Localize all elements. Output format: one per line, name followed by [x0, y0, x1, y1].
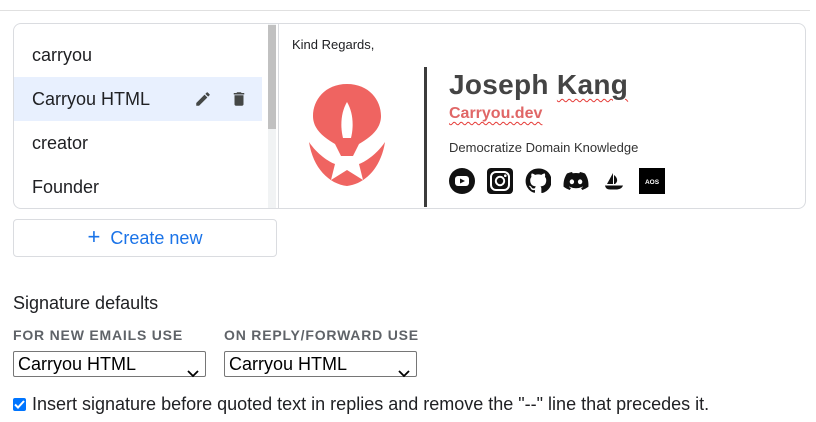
- reply-forward-label: ON REPLY/FORWARD USE: [224, 327, 419, 343]
- insert-signature-label: Insert signature before quoted text in r…: [32, 394, 710, 414]
- reply-forward-select-value: Carryou HTML: [229, 354, 348, 374]
- aos-icon[interactable]: AOS: [639, 168, 665, 194]
- carryou-logo: [307, 82, 387, 195]
- create-new-button[interactable]: + Create new: [13, 219, 277, 257]
- signature-item[interactable]: carryou: [14, 33, 262, 77]
- reply-forward-select[interactable]: Carryou HTML: [224, 351, 417, 378]
- signature-item-label: Founder: [32, 177, 100, 197]
- chevron-down-icon: [187, 360, 199, 384]
- signature-list: carryou Carryou HTML creator Founder: [14, 24, 278, 208]
- signature-item-label: creator: [32, 133, 89, 153]
- item-actions: [194, 77, 248, 121]
- signature-panel: carryou Carryou HTML creator Founder Kin…: [13, 23, 806, 209]
- opensea-icon[interactable]: [601, 168, 627, 194]
- signature-preview: Kind Regards, Joseph Kang Carryou.dev De…: [279, 24, 805, 208]
- plus-icon: +: [87, 224, 101, 249]
- discord-icon[interactable]: [563, 168, 589, 194]
- signature-vertical-rule: [424, 67, 427, 207]
- new-emails-select-value: Carryou HTML: [18, 354, 137, 374]
- pencil-icon[interactable]: [194, 90, 212, 108]
- youtube-icon[interactable]: [449, 168, 475, 194]
- new-emails-select[interactable]: Carryou HTML: [13, 351, 206, 378]
- signature-name: Joseph Kang: [449, 69, 629, 100]
- instagram-icon[interactable]: [487, 168, 513, 194]
- top-divider: [0, 10, 810, 11]
- regards-text: Kind Regards,: [292, 37, 375, 52]
- signature-item-label: Carryou HTML: [32, 89, 151, 109]
- signature-item-label: carryou: [32, 45, 93, 65]
- signature-tagline: Democratize Domain Knowledge: [449, 140, 639, 155]
- create-new-label: Create new: [110, 227, 203, 248]
- trash-icon[interactable]: [230, 89, 248, 109]
- svg-text:AOS: AOS: [645, 179, 660, 186]
- new-emails-label: FOR NEW EMAILS USE: [13, 327, 183, 343]
- social-icons: AOS: [449, 168, 665, 194]
- signature-defaults-heading: Signature defaults: [13, 293, 159, 313]
- signature-item[interactable]: Founder: [14, 165, 262, 208]
- insert-signature-option: Insert signature before quoted text in r…: [13, 394, 709, 415]
- scrollbar-thumb[interactable]: [268, 25, 276, 129]
- chevron-down-icon: [398, 360, 410, 384]
- signature-item-selected[interactable]: Carryou HTML: [14, 77, 262, 121]
- github-icon[interactable]: [525, 168, 551, 194]
- signature-item[interactable]: creator: [14, 121, 262, 165]
- signature-website-link[interactable]: Carryou.dev: [449, 105, 542, 123]
- insert-signature-checkbox[interactable]: [13, 398, 26, 411]
